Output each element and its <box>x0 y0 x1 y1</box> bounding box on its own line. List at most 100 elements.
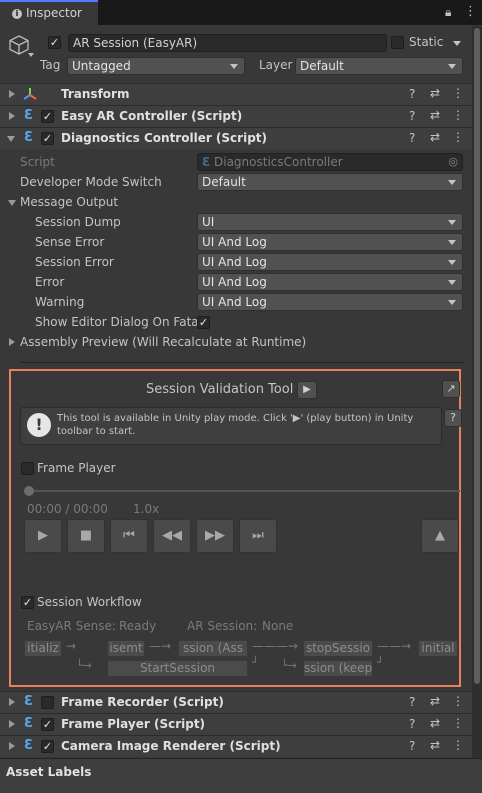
error-dropdown[interactable]: UI And Log <box>197 273 463 291</box>
sense-error-dropdown[interactable]: UI And Log <box>197 233 463 251</box>
component-enabled-checkbox[interactable] <box>41 696 54 709</box>
warning-label: Warning <box>35 295 85 309</box>
layer-label: Layer <box>259 58 293 72</box>
script-value: DiagnosticsController <box>214 155 343 169</box>
component-enabled-checkbox[interactable]: ✓ <box>41 110 54 123</box>
speed-display: 1.0x <box>133 502 160 516</box>
help-icon[interactable]: ? <box>444 409 462 427</box>
message-output-label[interactable]: Message Output <box>20 195 118 209</box>
presets-icon[interactable]: ⇄ <box>430 86 440 100</box>
session-error-label: Session Error <box>35 255 114 269</box>
object-picker-icon[interactable]: ◎ <box>448 154 458 170</box>
script-icon: Ɛ <box>24 694 34 709</box>
eject-icon[interactable]: ▲ <box>421 519 459 553</box>
presets-icon[interactable]: ⇄ <box>430 108 440 122</box>
skip-to-end-icon[interactable]: ⏭︎ <box>239 519 277 553</box>
foldout-arrow-icon[interactable] <box>9 742 15 750</box>
context-menu-icon[interactable]: ⋮ <box>452 716 464 730</box>
help-box: ! This tool is available in Unity play m… <box>20 407 442 445</box>
context-menu-icon[interactable]: ⋮ <box>452 108 464 122</box>
context-menu-icon[interactable]: ⋮ <box>452 694 464 708</box>
context-menu-icon[interactable]: ⋮ <box>452 130 464 144</box>
show-editor-dialog-checkbox[interactable]: ✓ <box>197 316 210 329</box>
more-menu-icon[interactable]: ⋮ <box>464 4 477 19</box>
frame-player-checkbox[interactable] <box>21 462 34 475</box>
component-enabled-checkbox[interactable]: ✓ <box>41 718 54 731</box>
foldout-arrow-icon[interactable] <box>7 136 15 142</box>
workflow-arrow: ———→ <box>252 639 299 653</box>
frame-player-header[interactable]: Ɛ ✓ Frame Player (Script) ? ⇄ ⋮ <box>0 713 472 735</box>
help-icon[interactable]: ? <box>409 717 415 731</box>
help-icon[interactable]: ? <box>409 739 415 753</box>
static-checkbox[interactable] <box>391 36 404 49</box>
diagnostics-controller-header[interactable]: Ɛ ✓ Diagnostics Controller (Script) ? ⇄ … <box>0 127 472 149</box>
skip-to-start-icon[interactable]: ⏮︎ <box>110 519 148 553</box>
workflow-arrow: ——→ <box>377 639 412 653</box>
camera-image-renderer-title: Camera Image Renderer (Script) <box>61 739 281 753</box>
camera-image-renderer-header[interactable]: Ɛ ✓ Camera Image Renderer (Script) ? ⇄ ⋮ <box>0 735 472 757</box>
session-dump-dropdown[interactable]: UI <box>197 213 463 231</box>
lock-icon[interactable]: 🔒︎ <box>445 5 451 20</box>
workflow-initialize: itializ <box>24 640 62 657</box>
frame-recorder-title: Frame Recorder (Script) <box>61 695 224 709</box>
tag-label: Tag <box>40 58 61 72</box>
context-menu-icon[interactable]: ⋮ <box>452 86 464 100</box>
asset-labels-bar[interactable]: Asset Labels <box>0 758 482 793</box>
workflow-connector: ┘ <box>252 656 259 669</box>
transform-header[interactable]: Transform ? ⇄ ⋮ <box>0 83 472 105</box>
asset-labels-title: Asset Labels <box>6 765 92 779</box>
rewind-icon[interactable]: ◀◀ <box>153 519 191 553</box>
help-icon[interactable]: ? <box>409 131 415 145</box>
scrollbar-thumb[interactable] <box>474 28 480 684</box>
session-validation-tool-panel: Session Validation Tool ▶ ↗ ! This tool … <box>9 369 462 687</box>
presets-icon[interactable]: ⇄ <box>430 130 440 144</box>
foldout-arrow-icon[interactable] <box>9 90 15 98</box>
time-display: 00:00 / 00:00 <box>27 502 108 516</box>
easy-ar-controller-header[interactable]: Ɛ ✓ Easy AR Controller (Script) ? ⇄ ⋮ <box>0 105 472 127</box>
tab-label: Inspector <box>26 6 82 20</box>
foldout-arrow-icon[interactable] <box>9 112 15 120</box>
stop-icon[interactable]: ■ <box>67 519 105 553</box>
static-dropdown-arrow[interactable] <box>453 41 461 46</box>
assembly-preview-label[interactable]: Assembly Preview (Will Recalculate at Ru… <box>20 335 306 349</box>
divider <box>20 362 465 363</box>
frame-recorder-header[interactable]: Ɛ Frame Recorder (Script) ? ⇄ ⋮ <box>0 691 472 713</box>
presets-icon[interactable]: ⇄ <box>430 738 440 752</box>
script-label: Script <box>20 155 55 169</box>
presets-icon[interactable]: ⇄ <box>430 716 440 730</box>
help-icon[interactable]: ? <box>409 109 415 123</box>
presets-icon[interactable]: ⇄ <box>430 694 440 708</box>
timeline-track[interactable] <box>28 490 460 492</box>
popout-icon[interactable]: ↗ <box>442 380 460 398</box>
object-name-field[interactable]: AR Session (EasyAR) <box>68 34 387 52</box>
foldout-arrow-icon[interactable] <box>9 698 15 706</box>
script-field: Ɛ DiagnosticsController ◎ <box>197 153 463 171</box>
component-enabled-checkbox[interactable]: ✓ <box>41 740 54 753</box>
timeline-slider-handle[interactable] <box>24 486 34 496</box>
foldout-arrow-icon[interactable] <box>9 720 15 728</box>
session-error-dropdown[interactable]: UI And Log <box>197 253 463 271</box>
gameobject-cube-icon[interactable] <box>8 34 30 59</box>
component-enabled-checkbox[interactable]: ✓ <box>41 132 54 145</box>
message-output-foldout-icon[interactable] <box>8 200 16 206</box>
warning-dropdown[interactable]: UI And Log <box>197 293 463 311</box>
info-icon: i <box>12 9 22 19</box>
help-icon[interactable]: ? <box>409 87 415 101</box>
dev-mode-dropdown[interactable]: Default <box>197 173 463 191</box>
tab-inspector[interactable]: i Inspector <box>0 0 98 25</box>
workflow-assemble: isemt <box>107 640 145 657</box>
icon-dropdown-arrow[interactable] <box>28 53 34 57</box>
help-icon[interactable]: ? <box>409 695 415 709</box>
layer-dropdown[interactable]: Default <box>295 57 463 75</box>
session-workflow-checkbox[interactable]: ✓ <box>21 596 34 609</box>
play-button[interactable]: ▶ <box>297 381 317 399</box>
tag-dropdown[interactable]: Untagged <box>67 57 245 75</box>
context-menu-icon[interactable]: ⋮ <box>452 738 464 752</box>
play-icon[interactable]: ▶ <box>24 519 62 553</box>
workflow-stop-session: stopSessio <box>303 640 373 657</box>
active-checkbox[interactable]: ✓ <box>48 36 61 49</box>
diagnostics-controller-title: Diagnostics Controller (Script) <box>61 131 268 145</box>
workflow-connector: └→ <box>281 659 297 672</box>
fast-forward-icon[interactable]: ▶▶ <box>196 519 234 553</box>
assembly-preview-foldout-icon[interactable] <box>9 338 15 346</box>
